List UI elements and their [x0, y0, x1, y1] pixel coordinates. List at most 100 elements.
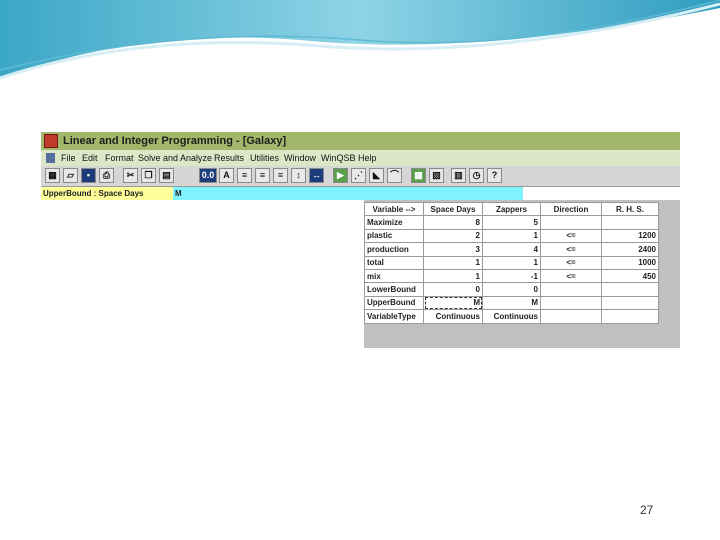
table-row: mix 1 -1 <= 450: [364, 268, 659, 284]
row-label: plastic: [364, 228, 424, 244]
table-cell[interactable]: 5: [482, 215, 541, 230]
column-header: Direction: [540, 201, 602, 217]
menu-help[interactable]: Help: [358, 150, 377, 166]
column-header: Zappers: [482, 201, 541, 217]
table-cell[interactable]: Continuous: [423, 309, 483, 324]
row-label: production: [364, 242, 424, 257]
table-cell[interactable]: 1: [423, 255, 483, 270]
table-row: LowerBound 0 0: [364, 282, 659, 297]
table-cell[interactable]: 3: [423, 242, 483, 257]
bar-chart-icon[interactable]: ▥: [451, 168, 466, 183]
table-row: Maximize 8 5: [364, 215, 659, 230]
font-size-icon[interactable]: 0.0: [199, 168, 217, 183]
table-icon[interactable]: ▦: [411, 168, 426, 183]
row-label: LowerBound: [364, 282, 424, 297]
table-cell[interactable]: 8: [423, 215, 483, 230]
table-cell[interactable]: [601, 215, 659, 230]
table-cell[interactable]: [601, 282, 659, 297]
align-right-icon[interactable]: ≡: [273, 168, 288, 183]
print-icon[interactable]: ⎙: [99, 168, 114, 183]
column-header: Space Days: [423, 201, 483, 217]
table-cell[interactable]: [540, 215, 602, 230]
row-label: mix: [364, 268, 424, 284]
table-cell[interactable]: [540, 282, 602, 297]
column-header: Variable -->: [364, 201, 424, 217]
menu-window[interactable]: Window: [284, 150, 316, 166]
row-label: total: [364, 255, 424, 270]
paste-icon[interactable]: ▤: [159, 168, 174, 183]
document-icon[interactable]: [46, 153, 55, 163]
table-cell[interactable]: 2: [423, 228, 483, 244]
solve-icon[interactable]: ▶: [333, 168, 348, 183]
save-icon[interactable]: ▪: [81, 168, 96, 183]
row-label: UpperBound: [364, 295, 424, 311]
menu-file[interactable]: File: [61, 150, 76, 166]
font-icon[interactable]: A: [219, 168, 234, 183]
table-cell[interactable]: -1: [482, 268, 541, 284]
table-cell[interactable]: <=: [540, 242, 602, 257]
toolbar: ▦ ▱ ▪ ⎙ ✂ ❐ ▤ 0.0 A ≡ ≡ ≡ ↕ ↔ ▶ ⋰ ◣ ⌒ ▦ …: [41, 166, 680, 187]
formula-bar: UpperBound : Space Days M: [41, 187, 523, 200]
row-height-icon[interactable]: ↕: [291, 168, 306, 183]
lp-model-table: Variable --> Space Days Zappers Directio…: [364, 201, 659, 324]
table-cell[interactable]: M: [482, 295, 541, 311]
table-header-row: Variable --> Space Days Zappers Directio…: [364, 201, 659, 217]
window-title: Linear and Integer Programming - [Galaxy…: [63, 135, 287, 147]
table-cell[interactable]: 4: [482, 242, 541, 257]
app-icon: [44, 134, 58, 148]
row-label: VariableType: [364, 309, 424, 324]
table-cell[interactable]: [540, 295, 602, 311]
table-cell[interactable]: 1200: [601, 228, 659, 244]
table-cell[interactable]: 1: [482, 255, 541, 270]
table-cell[interactable]: 1: [482, 228, 541, 244]
menu-format[interactable]: Format: [105, 150, 134, 166]
column-header: R. H. S.: [601, 201, 659, 217]
graph-icon[interactable]: ◣: [369, 168, 384, 183]
table-cell[interactable]: 0: [482, 282, 541, 297]
column-width-icon[interactable]: ↔: [309, 168, 324, 183]
table-row: production 3 4 <= 2400: [364, 242, 659, 257]
menu-winqsb[interactable]: WinQSB: [321, 150, 356, 166]
table-cell[interactable]: 0: [423, 282, 483, 297]
table-cell[interactable]: Continuous: [482, 309, 541, 324]
clock-icon[interactable]: ◷: [469, 168, 484, 183]
chart-icon[interactable]: ▧: [429, 168, 444, 183]
table-row: UpperBound M M: [364, 295, 659, 311]
table-cell[interactable]: [601, 309, 659, 324]
table-cell[interactable]: [601, 295, 659, 311]
table-cell[interactable]: <=: [540, 268, 602, 284]
table-cell[interactable]: [540, 309, 602, 324]
open-icon[interactable]: ▱: [63, 168, 78, 183]
curve-icon[interactable]: ⌒: [387, 168, 402, 183]
menu-results[interactable]: Results: [214, 150, 244, 166]
spreadsheet-area: Variable --> Space Days Zappers Directio…: [41, 200, 680, 348]
selected-cell[interactable]: M: [423, 295, 483, 311]
align-left-icon[interactable]: ≡: [237, 168, 252, 183]
page-number: 27: [640, 503, 654, 517]
menu-edit[interactable]: Edit: [82, 150, 98, 166]
copy-icon[interactable]: ❐: [141, 168, 156, 183]
help-icon[interactable]: ?: [487, 168, 502, 183]
table-row: plastic 2 1 <= 1200: [364, 228, 659, 244]
winqsb-window: Linear and Integer Programming - [Galaxy…: [41, 132, 680, 348]
table-cell[interactable]: <=: [540, 228, 602, 244]
menu-bar: File Edit Format Solve and Analyze Resul…: [41, 150, 680, 166]
table-cell[interactable]: 1: [423, 268, 483, 284]
grid-icon[interactable]: ▦: [45, 168, 60, 183]
table-cell[interactable]: 450: [601, 268, 659, 284]
cell-reference: UpperBound : Space Days: [41, 187, 173, 200]
table-cell[interactable]: <=: [540, 255, 602, 270]
step-icon[interactable]: ⋰: [351, 168, 366, 183]
table-cell[interactable]: 2400: [601, 242, 659, 257]
header-swoosh-decoration: [0, 0, 720, 80]
table-row: total 1 1 <= 1000: [364, 255, 659, 270]
menu-solve-and-analyze[interactable]: Solve and Analyze: [138, 150, 212, 166]
cell-value-input[interactable]: M: [175, 187, 182, 200]
cut-icon[interactable]: ✂: [123, 168, 138, 183]
menu-utilities[interactable]: Utilities: [250, 150, 279, 166]
table-cell[interactable]: 1000: [601, 255, 659, 270]
table-row: VariableType Continuous Continuous: [364, 309, 659, 324]
row-label: Maximize: [364, 215, 424, 230]
title-bar: Linear and Integer Programming - [Galaxy…: [41, 132, 680, 150]
align-center-icon[interactable]: ≡: [255, 168, 270, 183]
